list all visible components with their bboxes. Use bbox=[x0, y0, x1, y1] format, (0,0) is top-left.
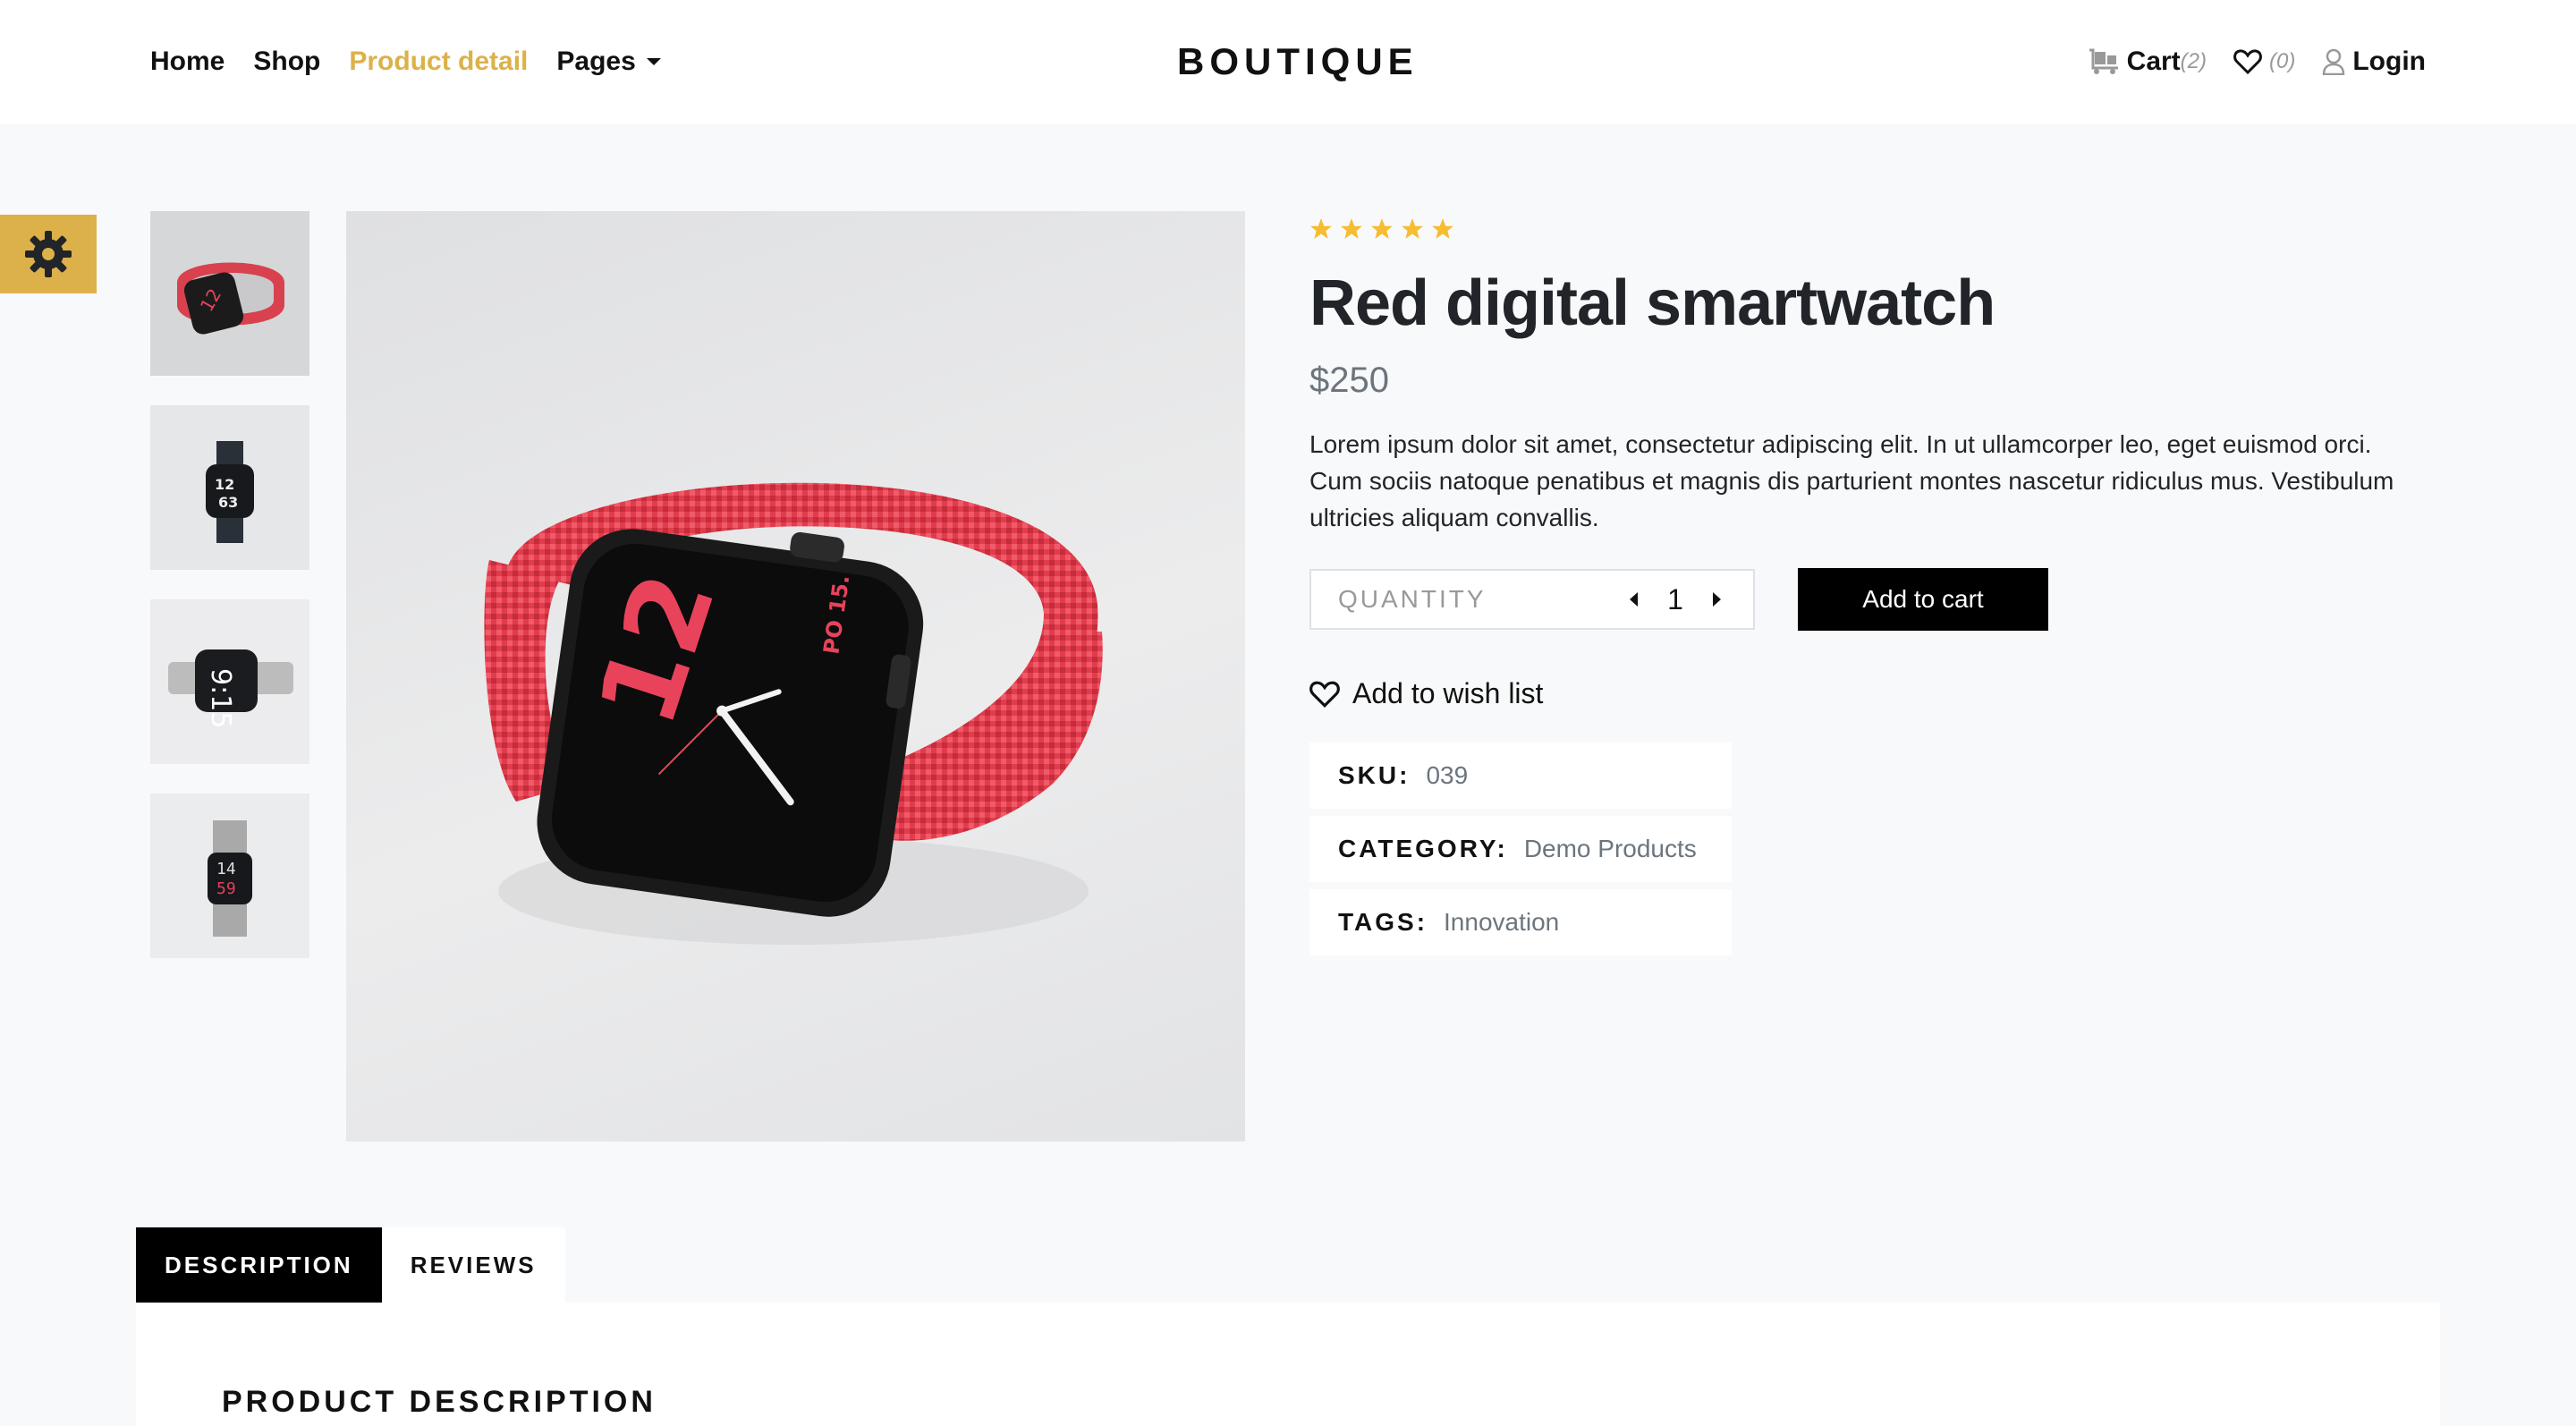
nav-shop-link[interactable]: Shop bbox=[253, 43, 320, 81]
cart-count: (2) bbox=[2180, 49, 2207, 73]
product-description: Lorem ipsum dolor sit amet, consectetur … bbox=[1309, 430, 2394, 531]
cart-link[interactable]: Cart (2) bbox=[2088, 43, 2207, 81]
nav-home-link[interactable]: Home bbox=[150, 43, 225, 81]
star-icon bbox=[1340, 217, 1363, 241]
svg-text:14: 14 bbox=[216, 860, 236, 879]
cart-label: Cart bbox=[2126, 47, 2181, 76]
star-icon bbox=[1309, 217, 1333, 241]
meta-tags: TAGS: Innovation bbox=[1309, 889, 1732, 955]
nav-pages-label: Pages bbox=[556, 47, 636, 76]
settings-toggle-button[interactable] bbox=[0, 215, 97, 293]
user-nav: Cart (2) (0) Login bbox=[2088, 43, 2426, 81]
login-label: Login bbox=[2352, 47, 2426, 76]
star-icon bbox=[1431, 217, 1454, 241]
quantity-input[interactable]: 1 bbox=[1662, 583, 1689, 616]
thumbnail-1[interactable]: 12 bbox=[150, 211, 309, 376]
tab-reviews[interactable]: REVIEWS bbox=[381, 1227, 565, 1303]
star-icon bbox=[1370, 217, 1394, 241]
caret-left-icon bbox=[1630, 592, 1638, 607]
meta-category: CATEGORY: Demo Products bbox=[1309, 816, 1732, 882]
add-to-wishlist-link[interactable]: Add to wish list bbox=[1309, 677, 2436, 710]
product-price: $250 bbox=[1309, 361, 1389, 400]
svg-text:59: 59 bbox=[216, 879, 236, 898]
svg-text:12: 12 bbox=[215, 476, 234, 493]
login-link[interactable]: Login bbox=[2322, 43, 2426, 81]
dolly-icon bbox=[2088, 48, 2120, 75]
main-product-image: 12 PO 15. bbox=[346, 211, 1245, 1142]
svg-text:63: 63 bbox=[218, 494, 238, 511]
quantity-label: QUANTITY bbox=[1338, 585, 1487, 613]
quantity-controls: 1 bbox=[1624, 583, 1726, 616]
main-nav: Home Shop Product detail Pages bbox=[150, 43, 661, 81]
increment-button[interactable] bbox=[1708, 589, 1726, 610]
product-info: Red digital smartwatch $250 Lorem ipsum … bbox=[1309, 211, 2436, 963]
wishlist-link[interactable]: (0) bbox=[2233, 43, 2295, 81]
caret-right-icon bbox=[1713, 592, 1721, 607]
product-title: Red digital smartwatch bbox=[1309, 267, 1996, 339]
thumbnail-gallery: 12 12 63 9:15 14 59 bbox=[150, 211, 309, 988]
thumbnail-3[interactable]: 9:15 bbox=[150, 599, 309, 764]
category-value[interactable]: Demo Products bbox=[1524, 835, 1697, 863]
quantity-stepper: QUANTITY 1 bbox=[1309, 569, 1755, 630]
caret-down-icon bbox=[646, 58, 661, 65]
rating-stars bbox=[1309, 211, 2436, 247]
svg-text:9:15: 9:15 bbox=[205, 668, 236, 728]
thumbnail-2[interactable]: 12 63 bbox=[150, 405, 309, 570]
gear-icon bbox=[23, 229, 73, 279]
navbar: Home Shop Product detail Pages BOUTIQUE … bbox=[0, 0, 2576, 124]
thumbnail-4[interactable]: 14 59 bbox=[150, 794, 309, 958]
nav-product-detail-link[interactable]: Product detail bbox=[349, 43, 528, 81]
meta-sku: SKU: 039 bbox=[1309, 743, 1732, 809]
sku-value: 039 bbox=[1426, 761, 1469, 789]
sku-label: SKU: bbox=[1338, 761, 1411, 789]
star-icon bbox=[1401, 217, 1424, 241]
tags-label: TAGS: bbox=[1338, 908, 1428, 936]
panel-heading: PRODUCT DESCRIPTION bbox=[222, 1385, 657, 1419]
product-tabs: DESCRIPTION REVIEWS bbox=[136, 1227, 565, 1303]
heart-icon bbox=[1309, 681, 1340, 708]
user-icon bbox=[2322, 48, 2345, 75]
purchase-row: QUANTITY 1 Add to cart bbox=[1309, 568, 2436, 631]
nav-pages-dropdown[interactable]: Pages bbox=[556, 43, 661, 81]
add-to-cart-button[interactable]: Add to cart bbox=[1798, 568, 2048, 631]
decrement-button[interactable] bbox=[1624, 589, 1642, 610]
tags-value[interactable]: Innovation bbox=[1444, 908, 1559, 937]
brand-logo[interactable]: BOUTIQUE bbox=[1177, 38, 1419, 86]
product-meta-list: SKU: 039 CATEGORY: Demo Products TAGS: I… bbox=[1309, 743, 1732, 955]
wishlist-count: (0) bbox=[2269, 49, 2296, 73]
tab-description[interactable]: DESCRIPTION bbox=[136, 1227, 382, 1303]
tab-panel-description: PRODUCT DESCRIPTION bbox=[136, 1303, 2440, 1426]
wishlist-label: Add to wish list bbox=[1352, 677, 1544, 709]
category-label: CATEGORY: bbox=[1338, 835, 1508, 862]
heart-icon bbox=[2233, 49, 2262, 74]
